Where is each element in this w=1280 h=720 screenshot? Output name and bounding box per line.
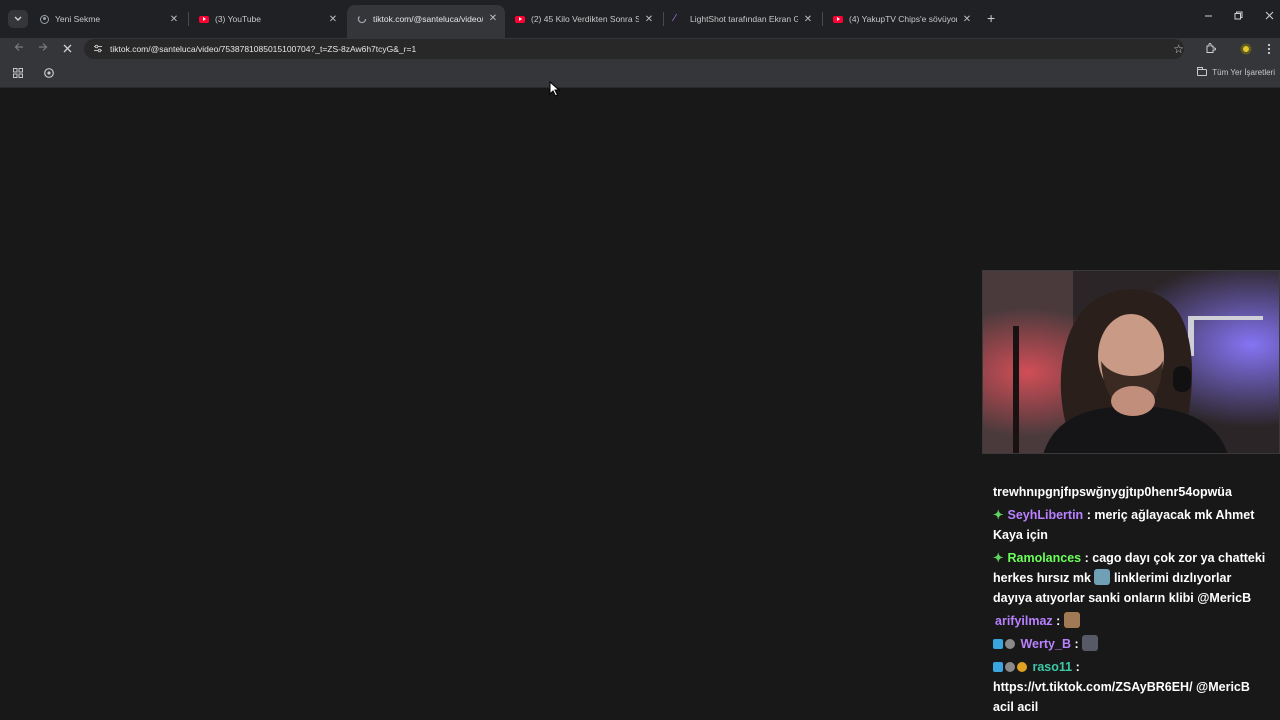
tab-45-kilo[interactable]: (2) 45 Kilo Verdikten Sonra Son ✕ bbox=[505, 6, 661, 32]
chat-message: Werty_B : bbox=[993, 634, 1273, 654]
chat-separator: : bbox=[1075, 660, 1080, 674]
tab-lightshot[interactable]: ⁄ LightShot tarafından Ekran Gör ✕ bbox=[664, 6, 820, 32]
sparkle-badge-icon: ✦ bbox=[993, 551, 1004, 565]
chat-username[interactable]: SeyhLibertin bbox=[1007, 508, 1083, 522]
chat-text: https://vt.tiktok.com/ZSAyBR6EH/ @MericB… bbox=[993, 680, 1250, 714]
chat-message: arifyilmaz : bbox=[993, 611, 1273, 631]
tab-tiktok-active[interactable]: tiktok.com/@santeluca/video/7 ✕ bbox=[347, 5, 505, 38]
tab-strip: Yeni Sekme ✕ (3) YouTube ✕ tiktok.com/@s… bbox=[0, 0, 1280, 38]
chat-separator: : bbox=[1056, 614, 1061, 628]
chat-message: trewhnıpgnjfıpswğnygjtıp0henr54opwüa bbox=[993, 482, 1273, 502]
close-icon[interactable]: ✕ bbox=[168, 14, 180, 25]
tab-search-button[interactable] bbox=[8, 10, 28, 28]
restore-button[interactable] bbox=[1234, 11, 1243, 23]
emote-icon bbox=[1082, 635, 1099, 651]
feather-icon: ⁄ bbox=[674, 13, 676, 24]
close-icon bbox=[63, 44, 72, 53]
chrome-bookmark-icon[interactable] bbox=[44, 68, 54, 81]
all-bookmarks-button[interactable]: Tüm Yer İşaretleri bbox=[1197, 67, 1275, 77]
youtube-icon bbox=[199, 15, 209, 23]
bookmark-star-icon[interactable]: ☆ bbox=[1173, 42, 1184, 56]
arrow-left-icon bbox=[14, 43, 23, 51]
arrow-right-icon bbox=[39, 43, 48, 51]
chat-separator: : bbox=[1074, 637, 1079, 651]
close-icon[interactable]: ✕ bbox=[643, 14, 655, 25]
tab-new-tab[interactable]: Yeni Sekme ✕ bbox=[30, 6, 186, 32]
tab-yakuptv[interactable]: (4) YakupTV Chips'e sövüyor - \ ✕ bbox=[823, 6, 979, 32]
chat-username[interactable]: arifyilmaz bbox=[995, 614, 1053, 628]
tab-title: (3) YouTube bbox=[215, 14, 261, 24]
menu-kebab-icon[interactable] bbox=[1267, 43, 1271, 58]
tab-youtube[interactable]: (3) YouTube ✕ bbox=[189, 6, 345, 32]
webcam-scene bbox=[983, 271, 1279, 453]
back-button[interactable] bbox=[14, 42, 24, 55]
chat-message: raso11 : https://vt.tiktok.com/ZSAyBR6EH… bbox=[993, 657, 1273, 717]
browser-toolbar: tiktok.com/@santeluca/video/753878108501… bbox=[0, 38, 1280, 62]
mouse-cursor-icon bbox=[549, 81, 561, 97]
chrome-icon bbox=[40, 14, 49, 24]
close-icon bbox=[1265, 11, 1274, 20]
chat-username[interactable]: Werty_B bbox=[1020, 637, 1070, 651]
apps-grid-icon[interactable] bbox=[13, 68, 23, 81]
tab-title: Yeni Sekme bbox=[55, 14, 101, 24]
bookmarks-bar: Tüm Yer İşaretleri bbox=[0, 62, 1280, 88]
url-text[interactable]: tiktok.com/@santeluca/video/753878108501… bbox=[110, 44, 416, 54]
minimize-icon bbox=[1205, 15, 1212, 17]
extensions-icon[interactable] bbox=[1205, 43, 1216, 57]
chat-message: ✦ SeyhLibertin : meriç ağlayacak mk Ahmet… bbox=[993, 505, 1273, 545]
streamer-webcam bbox=[982, 270, 1280, 454]
close-icon[interactable]: ✕ bbox=[327, 14, 339, 25]
tab-title: tiktok.com/@santeluca/video/7 bbox=[373, 13, 483, 24]
loading-icon bbox=[357, 14, 367, 23]
tab-title: (4) YakupTV Chips'e sövüyor - \ bbox=[849, 14, 957, 24]
subscriber-badge-icon bbox=[993, 639, 1003, 649]
address-bar[interactable]: tiktok.com/@santeluca/video/753878108501… bbox=[84, 39, 1184, 59]
emote-icon bbox=[1094, 569, 1111, 585]
restore-icon bbox=[1234, 11, 1243, 20]
tab-title: LightShot tarafından Ekran Gör bbox=[690, 14, 798, 24]
close-window-button[interactable] bbox=[1265, 11, 1274, 23]
all-bookmarks-label: Tüm Yer İşaretleri bbox=[1212, 68, 1275, 77]
youtube-icon bbox=[515, 15, 525, 23]
close-icon[interactable]: ✕ bbox=[802, 14, 814, 25]
close-icon[interactable]: ✕ bbox=[961, 14, 973, 25]
new-tab-button[interactable]: + bbox=[987, 11, 995, 25]
chat-username[interactable]: Ramolances bbox=[1007, 551, 1081, 565]
stop-loading-button[interactable] bbox=[63, 44, 72, 56]
emote-icon bbox=[1063, 612, 1080, 628]
gear-badge-icon bbox=[1005, 662, 1015, 672]
chat-text: trewhnıpgnjfıpswğnygjtıp0henr54opwüa bbox=[993, 485, 1232, 499]
site-settings-icon[interactable] bbox=[90, 44, 106, 55]
bits-badge-icon bbox=[1017, 662, 1027, 672]
profile-avatar-icon[interactable] bbox=[1240, 43, 1252, 58]
chat-separator: : bbox=[1084, 551, 1089, 565]
chat-separator: : bbox=[1086, 508, 1091, 522]
sparkle-badge-icon: ✦ bbox=[993, 508, 1004, 522]
subscriber-badge-icon bbox=[993, 662, 1003, 672]
chat-username[interactable]: raso11 bbox=[1032, 660, 1072, 674]
folder-icon bbox=[1197, 67, 1208, 76]
chat-message: ✦ Ramolances : cago dayı çok zor ya chatt… bbox=[993, 548, 1273, 608]
stream-chat: trewhnıpgnjfıpswğnygjtıp0henr54opwüa ✦ Se… bbox=[993, 482, 1273, 720]
chevron-down-icon bbox=[14, 16, 22, 21]
gear-badge-icon bbox=[1005, 639, 1015, 649]
tab-title: (2) 45 Kilo Verdikten Sonra Son bbox=[531, 14, 639, 24]
close-icon[interactable]: ✕ bbox=[487, 13, 499, 24]
forward-button[interactable] bbox=[38, 42, 48, 55]
minimize-button[interactable] bbox=[1204, 11, 1213, 23]
youtube-icon bbox=[833, 15, 843, 23]
